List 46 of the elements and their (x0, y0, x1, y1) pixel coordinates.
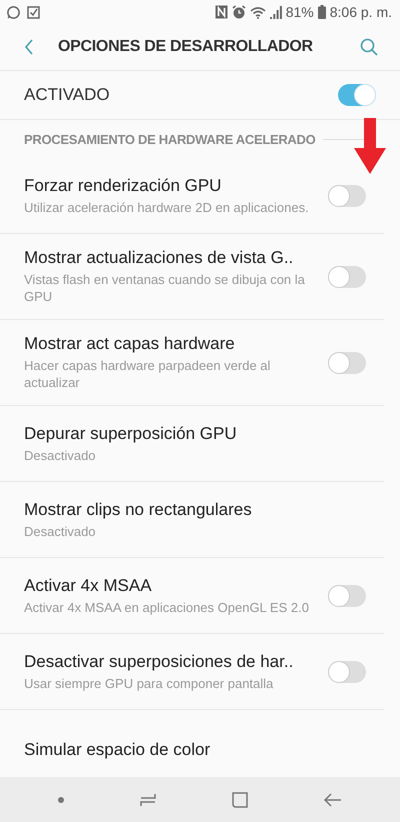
page-title: OPCIONES DE DESARROLLADOR (58, 38, 314, 56)
back-icon[interactable] (24, 39, 34, 55)
setting-description: Desactivado (24, 522, 97, 540)
recents-icon[interactable] (140, 792, 156, 806)
setting-title: Mostrar clips no rectangulares (24, 500, 252, 520)
setting-title: Activar 4x MSAA (24, 576, 153, 596)
toggle-switch[interactable] (328, 266, 366, 288)
toggle-switch[interactable] (328, 184, 366, 206)
back-icon[interactable] (324, 792, 342, 806)
setting-title: Forzar renderización GPU (24, 176, 222, 196)
setting-description: Utilizar aceleración hardware 2D en aplicaciones. (24, 198, 309, 216)
setting-title: Simular espacio de color (24, 740, 210, 760)
setting-description: Usar siempre GPU para componer pantalla (24, 674, 274, 692)
toggle-switch[interactable] (328, 352, 366, 374)
setting-title: Desactivar superposiciones de har.. (24, 652, 294, 672)
wifi-icon (250, 6, 266, 18)
setting-title: Mostrar actualizaciones de vista G.. (24, 248, 294, 268)
toggle-switch[interactable] (328, 660, 366, 682)
setting-row[interactable]: Mostrar actualizaciones de vista G.. Vistas flash en ventanas cuando se dibuja con la GPU (0, 234, 384, 320)
nfc-icon (214, 5, 228, 19)
toggle-switch[interactable] (328, 584, 366, 606)
setting-description: Activar 4x MSAA en aplicaciones OpenGL ES 2.0 (24, 598, 309, 616)
setting-description: Desactivado (24, 446, 97, 464)
setting-title: Depurar superposición GPU (24, 424, 237, 444)
setting-description: Hacer capas hardware parpadeen verde al actualizar (24, 357, 272, 391)
setting-description: Vistas flash en ventanas cuando se dibuja con la GPU (24, 271, 306, 305)
checklist-icon (27, 5, 40, 19)
alarm-icon (232, 5, 246, 19)
setting-row[interactable]: Activar 4x MSAA Activar 4x MSAA en aplicaciones OpenGL ES 2.0 (0, 558, 384, 634)
setting-title: Mostrar act capas hardware (24, 334, 236, 354)
clock: 8:06 p. m. (330, 4, 392, 20)
battery-percentage: 81% (286, 4, 314, 20)
master-label: ACTIVADO (24, 85, 110, 105)
setting-row[interactable]: Mostrar act capas hardware Hacer capas hardware parpadeen verde al actualizar (0, 320, 384, 406)
setting-row[interactable]: Depurar superposición GPU Desactivado (0, 406, 384, 482)
setting-row[interactable]: Mostrar clips no rectangulares Desactivado (0, 482, 384, 558)
battery-icon (318, 5, 326, 19)
home-icon[interactable] (232, 792, 248, 808)
section-header: PROCESAMIENTO DE HARDWARE ACELERADO (24, 132, 316, 146)
chat-icon (6, 4, 21, 20)
arrow-icon (354, 118, 386, 174)
dot-icon[interactable] (58, 796, 64, 802)
signal-icon (270, 6, 282, 18)
setting-row[interactable]: Desactivar superposiciones de har.. Usar siempre GPU para componer pantalla (0, 634, 384, 710)
search-icon[interactable] (360, 38, 378, 56)
master-switch[interactable] (338, 84, 376, 106)
